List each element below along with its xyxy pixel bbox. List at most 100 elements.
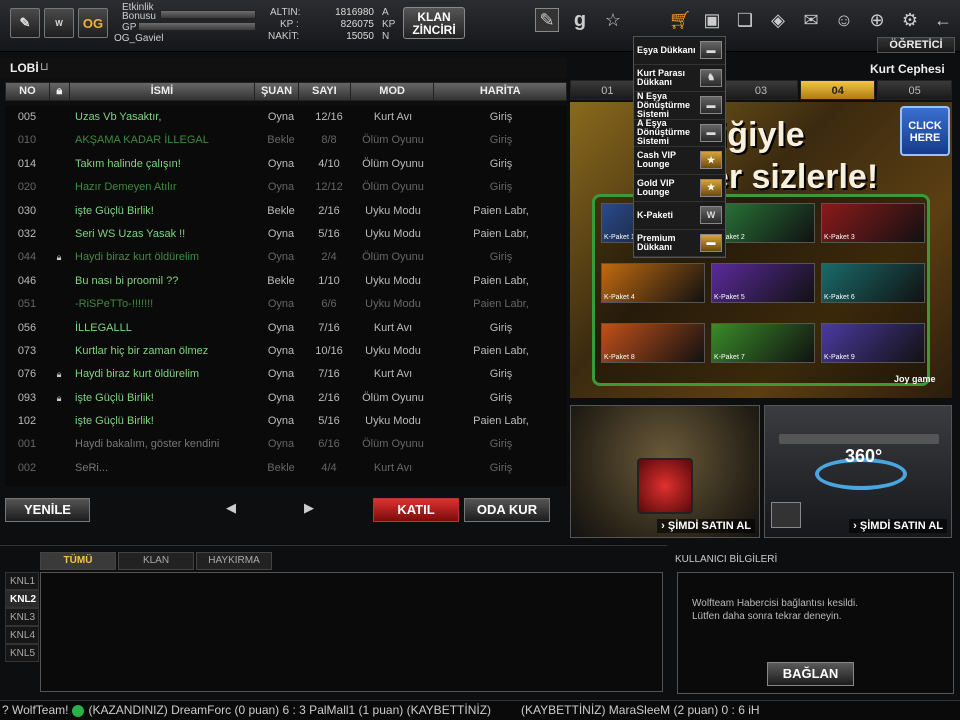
pack-tile[interactable]: K-Paket 9 xyxy=(821,323,925,363)
buy-now-button-1[interactable]: › ŞİMDİ SATIN AL xyxy=(657,519,755,533)
shop-menu-item[interactable]: K-Paketi W xyxy=(634,202,725,230)
shop-cart-icon[interactable]: 🛒︎ xyxy=(668,8,692,32)
chat-tab[interactable]: TÜMÜ xyxy=(40,552,116,570)
pack-tile[interactable]: K-Paket 2 xyxy=(711,203,815,243)
join-button[interactable]: KATIL xyxy=(373,498,459,522)
room-count: 7/16 xyxy=(318,368,340,381)
col-map[interactable]: HARİTA xyxy=(434,83,566,100)
inventory-icon[interactable]: ▣ xyxy=(700,8,724,32)
bonus-label: Bonusu xyxy=(122,11,156,22)
channel-item[interactable]: KNL4 xyxy=(5,626,39,644)
friends-icon[interactable]: ☺ xyxy=(832,8,856,32)
promo-tab-03[interactable]: 03 xyxy=(723,80,799,100)
notepad-icon[interactable]: ✎ xyxy=(10,8,40,38)
col-no[interactable]: NO xyxy=(6,83,50,100)
gold-label: ALTIN: xyxy=(270,7,301,18)
lock-icon xyxy=(49,317,69,340)
mail-icon[interactable]: ✉ xyxy=(799,8,823,32)
cash-unit: N xyxy=(382,31,390,42)
shop-menu-label: Kurt Parası Dükkanı xyxy=(637,67,686,87)
table-row[interactable]: 032 Seri WS Uzas Yasak !! Oyna 5/16 Uyku Mod… xyxy=(5,223,567,246)
ad-weapon-360[interactable]: 360° › ŞİMDİ SATIN AL xyxy=(764,405,952,538)
next-page-icon[interactable]: ▶ xyxy=(304,500,314,516)
table-row[interactable]: 010 AKŞAMA KADAR İLLEGAL Bekle 8/8 Ölüm Oyun… xyxy=(5,129,567,152)
prev-page-icon[interactable]: ◀ xyxy=(226,500,236,516)
promo-tab-05[interactable]: 05 xyxy=(877,80,952,100)
table-row[interactable]: 051 -RiSPeTTo-!!!!!!! Oyna 6/6 Uyku Modu Paie… xyxy=(5,293,567,316)
promo-banner[interactable]: İçeriğiyle K- tler sizlerle! K-Paket 1 K-… xyxy=(570,102,952,398)
table-row[interactable]: 002 SeRi... Bekle 4/4 Kurt Avı Giriş xyxy=(5,457,567,480)
room-mode: Kurt Avı xyxy=(373,461,413,474)
table-row[interactable]: 056 İLLEGALLL Oyna 7/16 Kurt Avı Giriş xyxy=(5,317,567,340)
shop-menu-item[interactable]: Gold VIP Lounge ★ xyxy=(634,175,725,202)
chat-tab[interactable]: KLAN xyxy=(118,552,194,570)
clan-chain-button[interactable]: KLAN ZİNCİRİ xyxy=(403,7,465,39)
channel-item[interactable]: KNL1 xyxy=(5,572,39,590)
table-row[interactable]: 005 Uzas Vb Yasaktır, Oyna 12/16 Kurt Avı Gir… xyxy=(5,106,567,129)
shop-menu-item[interactable]: Premium Dükkanı ▬ xyxy=(634,230,725,257)
gear-icon[interactable]: ⚙ xyxy=(898,8,922,32)
connection-message: Wolfteam Habercisi bağlantısı kesildi. L… xyxy=(692,597,947,623)
table-row[interactable]: 076 🔒︎ Haydi biraz kurt öldürelim Oyna 7/16 K… xyxy=(5,363,567,386)
table-row[interactable]: 030 işte Güçlü Birlik! Bekle 2/16 Uyku Modu P… xyxy=(5,200,567,223)
table-row[interactable]: 014 Takım halinde çalışın! Oyna 4/10 Ölüm Oy… xyxy=(5,153,567,176)
create-room-button[interactable]: ODA KUR xyxy=(464,498,550,522)
pack-tile[interactable]: K-Paket 5 xyxy=(711,263,815,303)
pack-tile[interactable]: K-Paket 3 xyxy=(821,203,925,243)
pack-tile[interactable]: K-Paket 4 xyxy=(601,263,705,303)
connect-button[interactable]: BAĞLAN xyxy=(767,662,854,686)
book-icon[interactable]: ❑ xyxy=(733,8,757,32)
table-row[interactable]: 073 Kurtlar hiç bir zaman ölmez Oyna 10/16 U… xyxy=(5,340,567,363)
col-mode[interactable]: MOD xyxy=(351,83,435,100)
star-icon[interactable]: ☆ xyxy=(601,8,625,32)
lobby-room-list: 005 Uzas Vb Yasaktır, Oyna 12/16 Kurt Avı Gir… xyxy=(5,106,567,486)
chat-tab[interactable]: HAYKIRMA xyxy=(196,552,272,570)
channel-item[interactable]: KNL5 xyxy=(5,644,39,662)
shop-menu-label: Cash VIP Lounge xyxy=(637,150,676,170)
shop-menu-item[interactable]: Eşya Dükkanı ▬ xyxy=(634,37,725,65)
pack-tile[interactable]: K-Paket 8 xyxy=(601,323,705,363)
col-count[interactable]: SAYI xyxy=(299,83,351,100)
wolf-icon: ♞ xyxy=(700,68,722,87)
table-row[interactable]: 093 🔒︎ işte Güçlü Birlik! Oyna 2/16 Ölüm Oyun… xyxy=(5,387,567,410)
room-count: 2/16 xyxy=(318,204,340,217)
lock-icon: 🔒︎ xyxy=(56,392,62,403)
box-icon[interactable]: ◈ xyxy=(766,8,790,32)
room-mode: Ölüm Oyunu xyxy=(362,157,424,170)
clan-mark-icon[interactable]: W xyxy=(44,8,74,38)
teacher-button[interactable]: ÖĞRETİCİ xyxy=(877,37,955,53)
channel-item[interactable]: KNL3 xyxy=(5,608,39,626)
channel-item[interactable]: KNL2 xyxy=(5,590,39,608)
web-icon[interactable]: ⊕ xyxy=(865,8,889,32)
table-row[interactable]: 102 işte Güçlü Birlik! Oyna 5/16 Uyku Modu Pa… xyxy=(5,410,567,433)
shop-menu-item[interactable]: Cash VIP Lounge ★ xyxy=(634,147,725,175)
table-row[interactable]: 020 Hazır Demeyen Atılır Oyna 12/12 Ölüm Oyu… xyxy=(5,176,567,199)
joygame-logo: Joy game xyxy=(894,374,936,384)
col-status[interactable]: ŞUAN xyxy=(255,83,299,100)
room-status: Oyna xyxy=(267,415,295,428)
pack-tile[interactable]: K-Paket 6 xyxy=(821,263,925,303)
table-row[interactable]: 001 Haydi bakalım, göster kendini Oyna 6/16… xyxy=(5,433,567,456)
col-lock[interactable]: 🔒︎ xyxy=(50,83,70,100)
chat-box[interactable] xyxy=(40,572,663,692)
gun-icon: ▬ xyxy=(700,41,722,60)
promo-tab-04[interactable]: 04 xyxy=(800,80,876,100)
pack-tile[interactable]: K-Paket 7 xyxy=(711,323,815,363)
click-here-line1: CLICK xyxy=(908,120,942,132)
shop-menu-item[interactable]: A Eşya Dönüştürme Sistemi ▬ xyxy=(634,119,725,147)
refresh-button[interactable]: YENİLE xyxy=(5,498,90,522)
table-row[interactable]: 044 🔒︎ Haydi biraz kurt öldürelim Oyna 2/4 Öl… xyxy=(5,246,567,269)
table-row[interactable]: 046 Bu nası bi proomil ?? Bekle 1/10 Uyku Mo… xyxy=(5,270,567,293)
kp-value: 826075 xyxy=(340,19,374,30)
pen-icon[interactable]: ✎ xyxy=(535,8,559,32)
buy-now-button-2[interactable]: › ŞİMDİ SATIN AL xyxy=(849,519,947,533)
ad-wolf-emblem[interactable]: › ŞİMDİ SATIN AL xyxy=(570,405,760,538)
room-name: Uzas Vb Yasaktır, xyxy=(75,111,162,123)
room-count: 5/16 xyxy=(318,227,340,240)
click-here-button[interactable]: CLICK HERE xyxy=(900,106,950,156)
back-arrow-icon[interactable]: ← xyxy=(931,8,955,32)
shop-menu-item[interactable]: N Eşya Dönüştürme Sistemi ▬ xyxy=(634,91,725,120)
g-icon[interactable]: g xyxy=(568,8,592,32)
col-name[interactable]: İSMİ xyxy=(70,83,256,100)
shop-menu-item[interactable]: Kurt Parası Dükkanı ♞ xyxy=(634,65,725,92)
